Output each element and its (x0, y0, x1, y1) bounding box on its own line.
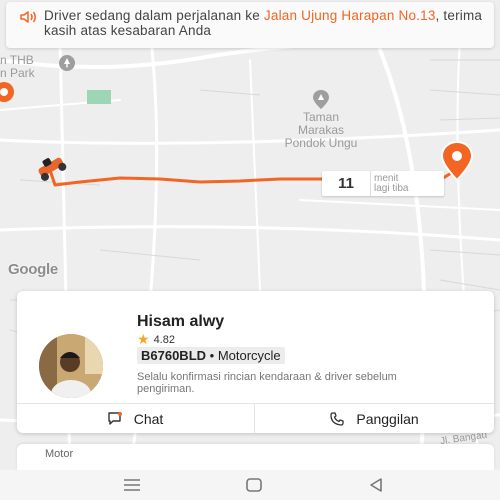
service-label: Motor (45, 448, 74, 460)
star-icon: ★ (137, 331, 150, 347)
driver-card: Hisam alwy ★ 4.82 B6760BLD • Motorcycle S… (17, 291, 494, 433)
speaker-icon (20, 11, 36, 23)
chat-button[interactable]: Chat (17, 404, 254, 433)
menu-icon[interactable] (122, 477, 142, 493)
eta-divider (370, 171, 371, 196)
system-nav-bar (0, 470, 500, 500)
google-logo: Google (8, 261, 58, 278)
eta-minutes: 11 (338, 175, 354, 192)
call-button[interactable]: Panggilan (255, 404, 494, 433)
home-icon[interactable] (244, 477, 264, 493)
back-icon[interactable] (366, 477, 386, 493)
driver-avatar (39, 334, 103, 398)
driver-rating: ★ 4.82 (137, 331, 175, 347)
service-row[interactable]: Motor (17, 444, 494, 470)
eta-unit: menit lagi tiba (374, 173, 409, 194)
status-banner: Driver sedang dalam perjalanan ke Jalan … (6, 2, 494, 48)
vehicle-plate: B6760BLD • Motorcycle (137, 347, 285, 364)
destination-link[interactable]: Jalan Ujung Harapan No.13 (264, 8, 436, 23)
safety-note: Selalu konfirmasi rincian kendaraan & dr… (137, 371, 397, 395)
eta-box: 11 menit lagi tiba (322, 171, 444, 196)
motorcycle-icon (38, 157, 67, 181)
chat-icon (108, 412, 122, 425)
status-message: Driver sedang dalam perjalanan ke Jalan … (44, 8, 483, 38)
driver-name: Hisam alwy (137, 313, 225, 330)
phone-icon (330, 411, 345, 426)
